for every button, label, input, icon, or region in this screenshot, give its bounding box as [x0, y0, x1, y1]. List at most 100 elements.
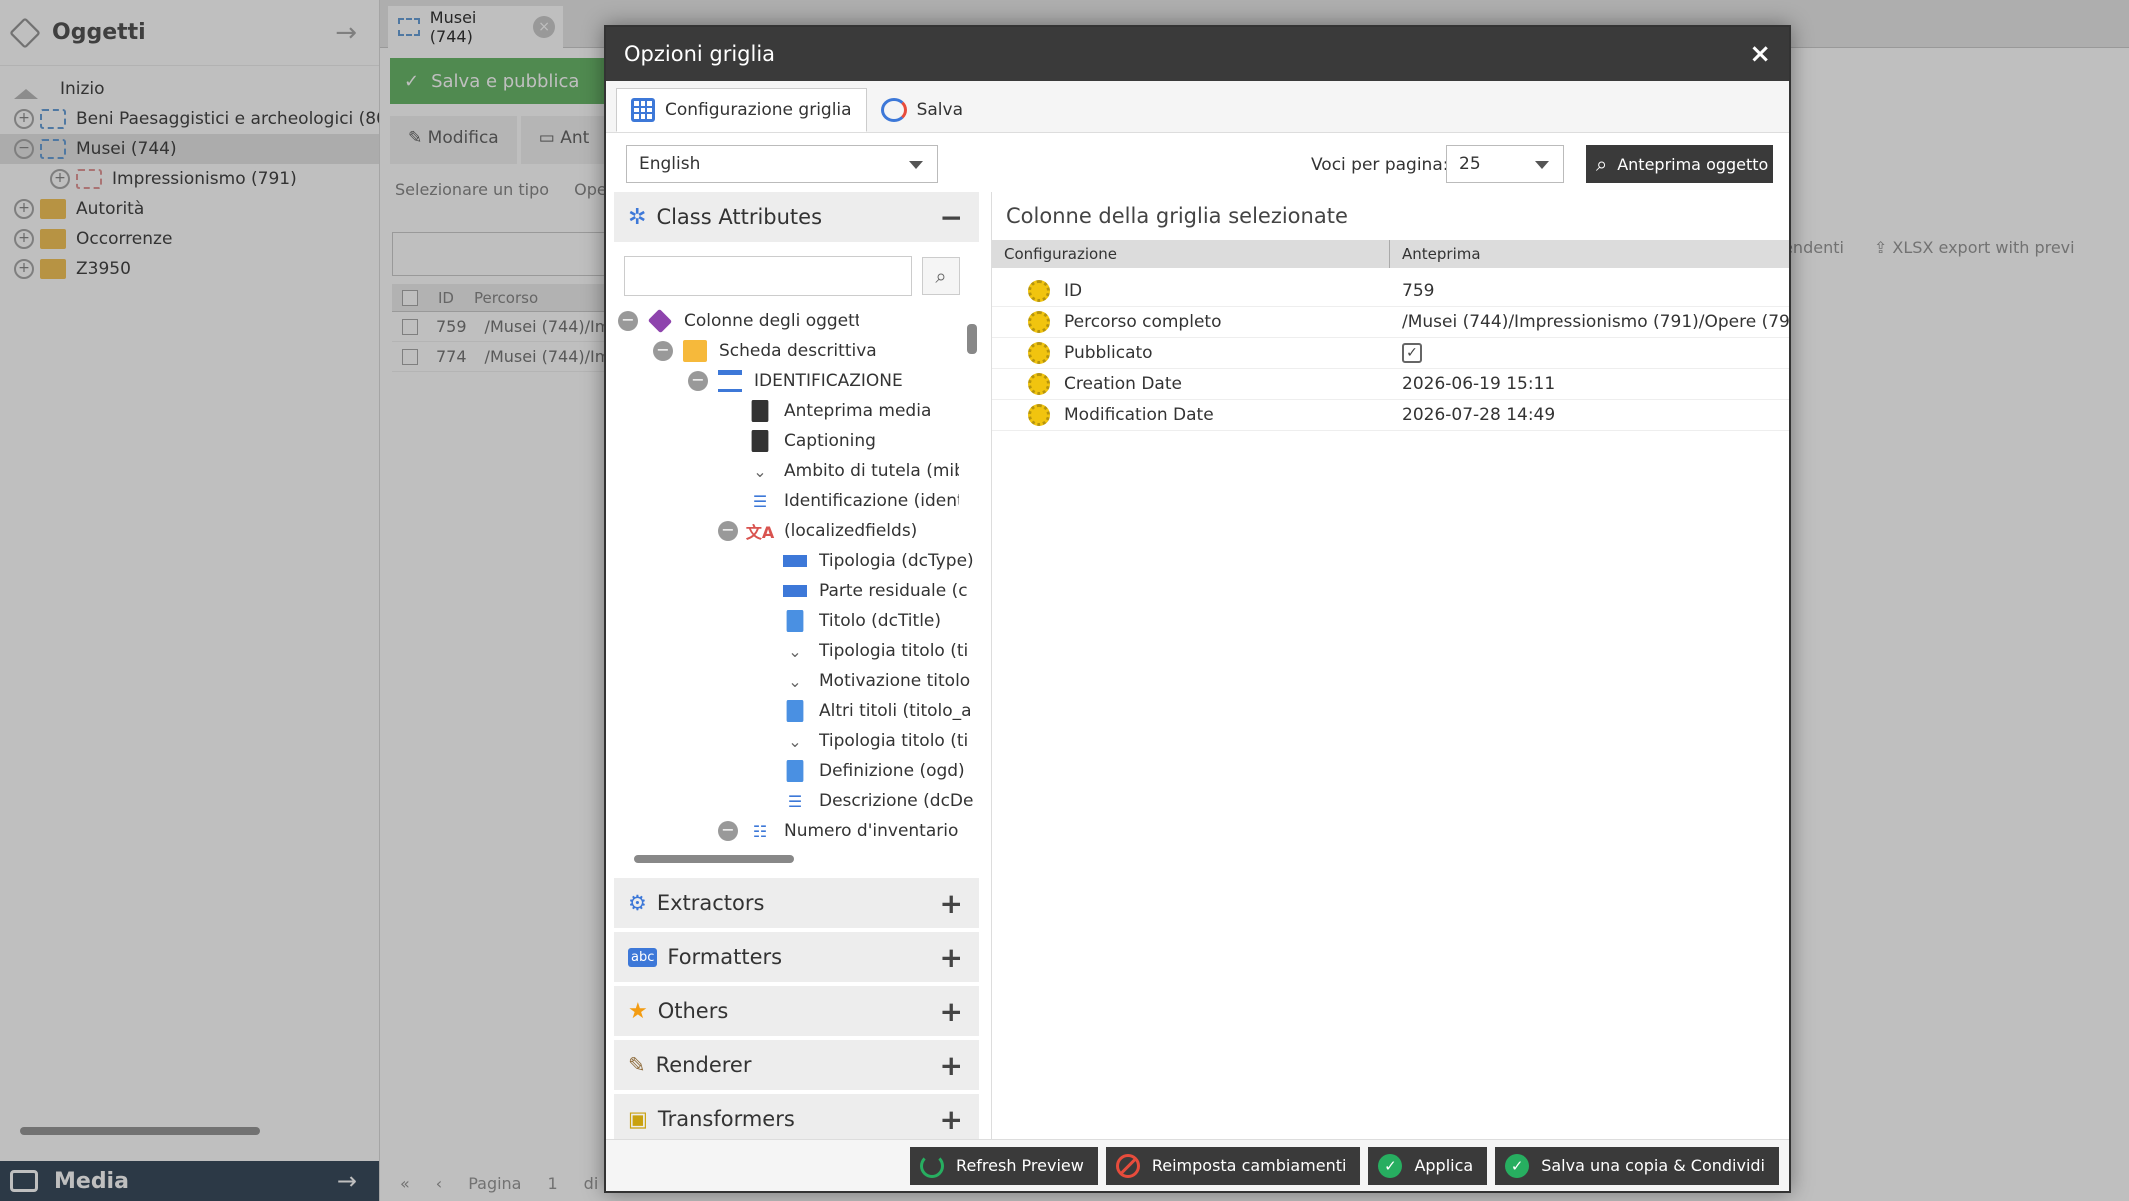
tab-save[interactable]: Salva [867, 88, 977, 132]
tree-node-label: Descrizione (dcDe [819, 791, 974, 811]
reset-changes-button[interactable]: Reimposta cambiamenti [1105, 1146, 1361, 1185]
collapse-icon[interactable]: − [688, 371, 708, 391]
translate-icon: 文A [745, 523, 775, 542]
tab-grid-config[interactable]: Configurazione griglia [616, 88, 867, 132]
per-page-label: Voci per pagina: [1311, 155, 1449, 175]
tree-node[interactable]: − ☷ Numero d'inventario [614, 816, 979, 846]
save-copy-share-button[interactable]: ✓ Salva una copia & Condividi [1495, 1146, 1779, 1185]
tree-node[interactable]: ☰ Descrizione (dcDe [614, 786, 979, 816]
input-icon [783, 585, 807, 597]
image-icon [751, 400, 769, 422]
gear-icon[interactable] [1028, 404, 1050, 426]
field-search: ⌕ [614, 246, 979, 306]
expand-icon[interactable]: + [940, 995, 963, 1028]
per-page-select[interactable]: 25 [1446, 145, 1564, 183]
column-preview: 2026-06-19 15:11 [1402, 374, 1556, 394]
renderer-header[interactable]: ✎ Renderer + [614, 1040, 979, 1090]
tree-node[interactable]: ⌄ Tipologia titolo (ti [614, 636, 979, 666]
gear-icon[interactable] [1028, 373, 1050, 395]
formatters-header[interactable]: abc Formatters + [614, 932, 979, 982]
tree-node[interactable]: Definizione (ogd) [614, 756, 979, 786]
tree-node-label: Altri titoli (titolo_a [819, 701, 972, 721]
check-icon: ✓ [1505, 1153, 1530, 1178]
section-label: Extractors [656, 891, 765, 915]
star-icon: ★ [628, 998, 648, 1024]
collapse-icon[interactable]: − [618, 311, 638, 331]
tree-node[interactable]: ⌄ Motivazione titolo [614, 666, 979, 696]
image-icon [751, 430, 769, 452]
tree-node-label: Motivazione titolo [819, 671, 971, 691]
check-icon: ✓ [1378, 1153, 1403, 1178]
chevron-down-icon: ⌄ [788, 641, 802, 661]
transformers-header[interactable]: ▣ Transformers + [614, 1094, 979, 1144]
tree-node-label: Definizione (ogd) [819, 761, 965, 781]
others-header[interactable]: ★ Others + [614, 986, 979, 1036]
dialog-title: Opzioni griglia [624, 42, 776, 66]
close-icon[interactable]: × [1749, 39, 1771, 69]
sync-icon [880, 98, 907, 122]
section-label: Renderer [655, 1053, 752, 1077]
table-row[interactable]: ID 759 [992, 276, 1789, 307]
scrollbar-thumb[interactable] [634, 855, 794, 863]
scrollbar-thumb[interactable] [967, 324, 977, 354]
collapse-icon[interactable]: − [718, 821, 738, 841]
tree-node[interactable]: ⌄ Tipologia titolo (ti [614, 726, 979, 756]
document-icon [786, 700, 804, 722]
expand-icon[interactable]: + [940, 1103, 963, 1136]
tree-node[interactable]: − Scheda descrittiva [614, 336, 979, 366]
apply-button[interactable]: ✓ Applica [1368, 1146, 1488, 1185]
collapse-icon[interactable]: − [718, 521, 738, 541]
tree-node[interactable]: Titolo (dcTitle) [614, 606, 979, 636]
chevron-down-icon [909, 161, 923, 169]
horizontal-scrollbar[interactable] [614, 850, 979, 868]
tree-node-label: Ambito di tutela (mibac) [784, 461, 959, 481]
folder-icon [683, 340, 707, 362]
tree-node[interactable]: Tipologia (dcType) [614, 546, 979, 576]
column-config: Creation Date [1064, 374, 1182, 394]
language-select[interactable]: English [626, 145, 938, 183]
tree-node-label: Titolo (dcTitle) [819, 611, 942, 631]
tree-node[interactable]: Parte residuale (c [614, 576, 979, 606]
vertical-scrollbar[interactable] [965, 306, 979, 846]
table-row[interactable]: Creation Date 2026-06-19 15:11 [992, 369, 1789, 400]
collapse-icon[interactable]: − [653, 341, 673, 361]
column-config: ID [1064, 281, 1083, 301]
expand-icon[interactable]: + [940, 887, 963, 920]
chip-icon: ▣ [628, 1107, 648, 1131]
column-preview: 2026-07-28 14:49 [1402, 405, 1556, 425]
tree-node[interactable]: ☰ Identificazione (identificazione) [614, 486, 979, 516]
panel-icon [718, 370, 742, 392]
checkbox-checked-icon: ✓ [1402, 343, 1422, 363]
header-config[interactable]: Configurazione [992, 240, 1390, 268]
grid-options-dialog: Opzioni griglia × Configurazione griglia… [604, 25, 1791, 1193]
search-button[interactable]: ⌕ [922, 257, 960, 295]
preview-object-button[interactable]: ⌕ Anteprima oggetto [1586, 145, 1773, 183]
class-attributes-header[interactable]: ✲ Class Attributes − [614, 192, 979, 242]
tree-node[interactable]: Anteprima media [614, 396, 979, 426]
section-label: Transformers [657, 1107, 795, 1131]
extractors-header[interactable]: ⚙ Extractors + [614, 878, 979, 928]
tree-node[interactable]: − IDENTIFICAZIONE [614, 366, 979, 396]
expand-icon[interactable]: + [940, 1049, 963, 1082]
table-row[interactable]: Pubblicato ✓ [992, 338, 1789, 369]
tree-node[interactable]: − 文A (localizedfields) [614, 516, 979, 546]
collapse-icon[interactable]: − [940, 201, 963, 234]
tree-node[interactable]: Captioning [614, 426, 979, 456]
table-row[interactable]: Percorso completo /Musei (744)/Impressio… [992, 307, 1789, 338]
tree-node-label: (localizedfields) [784, 521, 918, 541]
header-preview[interactable]: Anteprima [1390, 240, 1789, 268]
tree-node-label: Tipologia titolo (ti [819, 731, 969, 751]
tree-node[interactable]: Altri titoli (titolo_a [614, 696, 979, 726]
class-attributes-tree: − Colonne degli oggetti − Scheda descrit… [614, 306, 979, 846]
gear-icon[interactable] [1028, 280, 1050, 302]
column-config: Percorso completo [1064, 312, 1222, 332]
table-row[interactable]: Modification Date 2026-07-28 14:49 [992, 400, 1789, 431]
gear-icon[interactable] [1028, 342, 1050, 364]
gear-icon[interactable] [1028, 311, 1050, 333]
expand-icon[interactable]: + [940, 941, 963, 974]
tree-node-label: Anteprima media [784, 401, 932, 421]
refresh-preview-button[interactable]: Refresh Preview [910, 1146, 1098, 1185]
tree-node[interactable]: ⌄ Ambito di tutela (mibac) [614, 456, 979, 486]
tree-node[interactable]: − Colonne degli oggetti [614, 306, 979, 336]
field-search-input[interactable] [624, 256, 912, 296]
